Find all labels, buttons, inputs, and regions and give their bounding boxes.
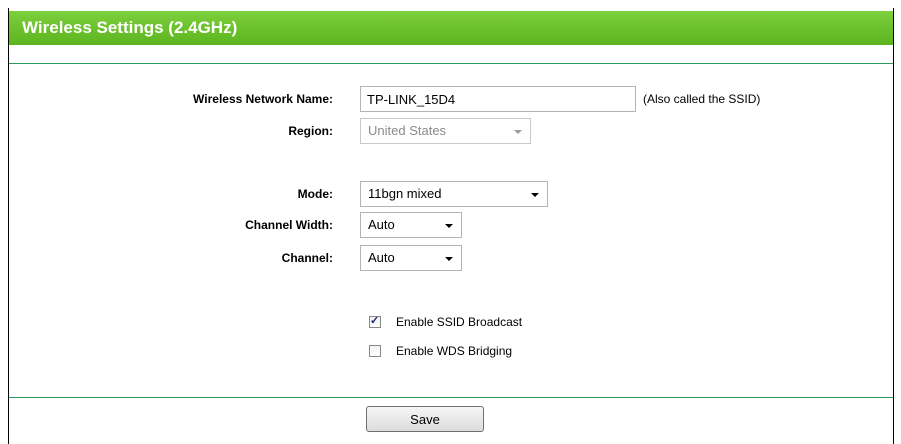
channel-select[interactable]: Auto bbox=[360, 245, 462, 271]
channel-width-value: Auto bbox=[368, 217, 395, 232]
region-label: Region: bbox=[288, 124, 333, 138]
mode-label: Mode: bbox=[297, 187, 333, 201]
bottom-divider bbox=[9, 397, 893, 398]
mode-value: 11bgn mixed bbox=[368, 186, 442, 201]
channel-width-select[interactable]: Auto bbox=[360, 212, 462, 238]
ssid-hint: (Also called the SSID) bbox=[643, 92, 761, 106]
chevron-down-icon bbox=[445, 224, 453, 228]
network-name-input[interactable] bbox=[360, 86, 636, 112]
chevron-down-icon bbox=[445, 257, 453, 261]
region-value: United States bbox=[368, 123, 447, 138]
channel-width-label: Channel Width: bbox=[245, 218, 333, 232]
ssid-broadcast-label: Enable SSID Broadcast bbox=[396, 315, 523, 329]
checkmark-icon: ✓ bbox=[370, 315, 380, 327]
page-title: Wireless Settings (2.4GHz) bbox=[9, 11, 893, 45]
save-button[interactable]: Save bbox=[366, 406, 484, 432]
mode-select[interactable]: 11bgn mixed bbox=[360, 181, 548, 207]
chevron-down-icon bbox=[531, 193, 539, 197]
channel-label: Channel: bbox=[281, 251, 333, 265]
ssid-broadcast-checkbox[interactable]: ✓ bbox=[369, 315, 381, 328]
wds-bridging-label: Enable WDS Bridging bbox=[396, 344, 513, 358]
channel-value: Auto bbox=[368, 250, 395, 265]
region-select: United States bbox=[360, 118, 531, 144]
top-divider bbox=[9, 63, 893, 64]
network-name-label: Wireless Network Name: bbox=[193, 92, 333, 106]
wds-bridging-checkbox[interactable] bbox=[369, 345, 381, 357]
chevron-down-icon bbox=[514, 130, 522, 134]
